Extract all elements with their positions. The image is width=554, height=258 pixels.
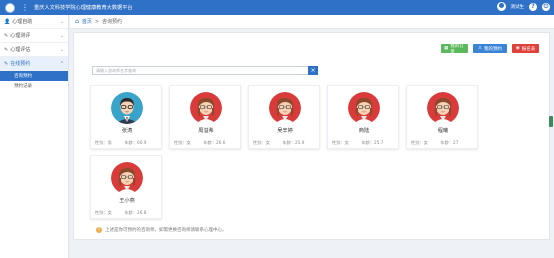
search-input[interactable]: 请输入咨询师名字查询: [92, 66, 318, 75]
edit-icon: ✎: [4, 46, 9, 53]
age-value: 25.7: [374, 140, 384, 145]
age-label: 年龄：: [124, 210, 138, 215]
age-value: 26.8: [137, 210, 147, 215]
age-label: 年龄：: [361, 140, 375, 145]
warning-icon: !: [96, 227, 102, 233]
notice-text: 上述是你可预约的咨询师，如需更换咨询师请联系心理中心。: [105, 228, 227, 233]
help-icon[interactable]: ?: [529, 2, 537, 11]
counselor-name: 程曦: [437, 128, 449, 134]
my-bookings-button[interactable]: ♙ 我的预约: [473, 44, 507, 53]
gender-value: 男: [107, 140, 112, 145]
sidebar: 👤 心理自助 ⌄ ✎ 心理测评 ⌄ ✎ 心理评估 ⌄ ✎ 在线预约 ⌃ 咨询预约…: [0, 15, 69, 258]
counselor-card[interactable]: 吴辛婷 性别：女 年龄：25.9: [248, 85, 320, 149]
user-icon: 👤: [4, 18, 11, 25]
counselor-info: 性别：男 年龄：60.9: [95, 140, 161, 146]
age-value: 60.9: [137, 140, 147, 145]
edit-icon: ✎: [4, 32, 9, 39]
age-label: 年龄：: [440, 140, 454, 145]
breadcrumb-home[interactable]: 首页: [82, 18, 92, 25]
gender-value: 女: [186, 140, 191, 145]
sidebar-item-label: 心理评估: [10, 47, 31, 53]
site-title: 重庆人文科技学院心理健康教育大数据平台: [34, 5, 133, 11]
counselor-avatar: [348, 92, 380, 124]
home-icon[interactable]: ⌂: [75, 18, 79, 25]
side-scroll-tab[interactable]: [549, 116, 553, 127]
sidebar-item-label: 心理测评: [10, 33, 31, 39]
counselor-avatar: [190, 92, 222, 124]
counselor-name: 吴辛婷: [277, 128, 293, 134]
top-bar: ⋮ 重庆人文科技学院心理健康教育大数据平台 测试生 ? ⏻: [0, 0, 554, 15]
sidebar-subitem-booking-records[interactable]: 预约记录: [0, 81, 68, 91]
counselor-card[interactable]: 张涛 性别：男 年龄：60.9: [90, 85, 162, 149]
gender-label: 性别：: [95, 210, 108, 215]
age-label: 年龄：: [124, 140, 138, 145]
logout-icon[interactable]: ⏻: [542, 2, 550, 11]
sidebar-item-label: 在线预约: [10, 61, 31, 67]
gender-label: 性别：: [95, 140, 108, 145]
gender-value: 女: [344, 140, 349, 145]
counselor-name: 商陆: [358, 128, 370, 134]
age-label: 年龄：: [203, 140, 217, 145]
chevron-down-icon: ⌄: [59, 46, 64, 53]
breadcrumb-separator: >: [94, 18, 100, 25]
counselor-card[interactable]: 商陆 性别：女 年龄：25.7: [327, 85, 399, 149]
main-panel: ▦ 我的订单 ♙ 我的预约 ◉ 报名表 请输入咨询师名字查询 × 张涛 性别：男…: [73, 32, 550, 240]
username[interactable]: 测试生: [511, 4, 525, 10]
breadcrumb: ⌂ 首页 > 咨询预约: [70, 15, 554, 29]
school-logo: [5, 2, 15, 13]
sidebar-item-assessment[interactable]: ✎ 心理测评 ⌄: [0, 29, 68, 43]
breadcrumb-current: 咨询预约: [102, 19, 123, 25]
sidebar-item-self-help[interactable]: 👤 心理自助 ⌄: [0, 15, 68, 29]
registration-form-label: 报名表: [521, 46, 536, 52]
counselor-card[interactable]: 周溢希 性别：女 年龄：26.6: [169, 85, 241, 149]
edit-icon: ✎: [4, 60, 9, 67]
search-placeholder: 请输入咨询师名字查询: [96, 67, 136, 73]
counselor-card[interactable]: 王小燕 性别：女 年龄：26.8: [90, 155, 162, 219]
menu-toggle-icon[interactable]: ⋮: [21, 3, 29, 12]
age-value: 26.6: [216, 140, 226, 145]
counselor-avatar: [111, 162, 143, 194]
gender-label: 性别：: [174, 140, 187, 145]
age-value: 25.9: [295, 140, 305, 145]
sidebar-subitem-consult-booking[interactable]: 咨询预约: [0, 71, 68, 81]
counselor-avatar: [269, 92, 301, 124]
notice: ! 上述是你可预约的咨询师，如需更换咨询师请联系心理中心。: [96, 227, 227, 233]
counselor-name: 周溢希: [198, 128, 214, 134]
counselor-name: 张涛: [121, 128, 133, 134]
sidebar-item-label: 心理自助: [12, 19, 33, 25]
counselor-avatar: [111, 92, 143, 124]
counselor-info: 性别：女 年龄：25.7: [332, 140, 398, 146]
user-icon: ♙: [477, 46, 483, 51]
registration-form-button[interactable]: ◉ 报名表: [512, 44, 539, 53]
sidebar-item-online-booking[interactable]: ✎ 在线预约 ⌃: [0, 57, 68, 71]
chevron-down-icon: ⌄: [59, 18, 64, 25]
gender-label: 性别：: [253, 140, 266, 145]
chevron-up-icon: ⌃: [59, 60, 64, 67]
chevron-down-icon: ⌄: [59, 32, 64, 39]
gender-value: 女: [423, 140, 428, 145]
gender-value: 女: [265, 140, 270, 145]
sidebar-subitem-label: 咨询预约: [14, 74, 32, 79]
clear-search-button[interactable]: ×: [308, 66, 318, 75]
list-icon: ▦: [444, 46, 449, 51]
counselor-info: 性别：女 年龄：26.6: [174, 140, 240, 146]
counselor-card[interactable]: 程曦 性别：女 年龄：27: [406, 85, 478, 149]
counselor-avatar: [427, 92, 459, 124]
my-orders-label: 我的订单: [450, 43, 464, 55]
counselor-name: 王小燕: [119, 198, 135, 204]
sidebar-item-evaluation[interactable]: ✎ 心理评估 ⌄: [0, 43, 68, 57]
counselor-info: 性别：女 年龄：26.8: [95, 210, 161, 216]
user-avatar-icon[interactable]: [496, 2, 506, 11]
my-orders-button[interactable]: ▦ 我的订单: [441, 43, 468, 55]
age-value: 27: [453, 140, 459, 145]
counselor-info: 性别：女 年龄：27: [411, 140, 477, 146]
age-label: 年龄：: [282, 140, 296, 145]
gender-label: 性别：: [411, 140, 424, 145]
gender-label: 性别：: [332, 140, 345, 145]
my-bookings-label: 我的预约: [484, 46, 503, 52]
sidebar-subitem-label: 预约记录: [14, 84, 32, 89]
counselor-info: 性别：女 年龄：25.9: [253, 140, 319, 146]
location-icon: ◉: [515, 46, 520, 51]
gender-value: 女: [107, 210, 112, 215]
